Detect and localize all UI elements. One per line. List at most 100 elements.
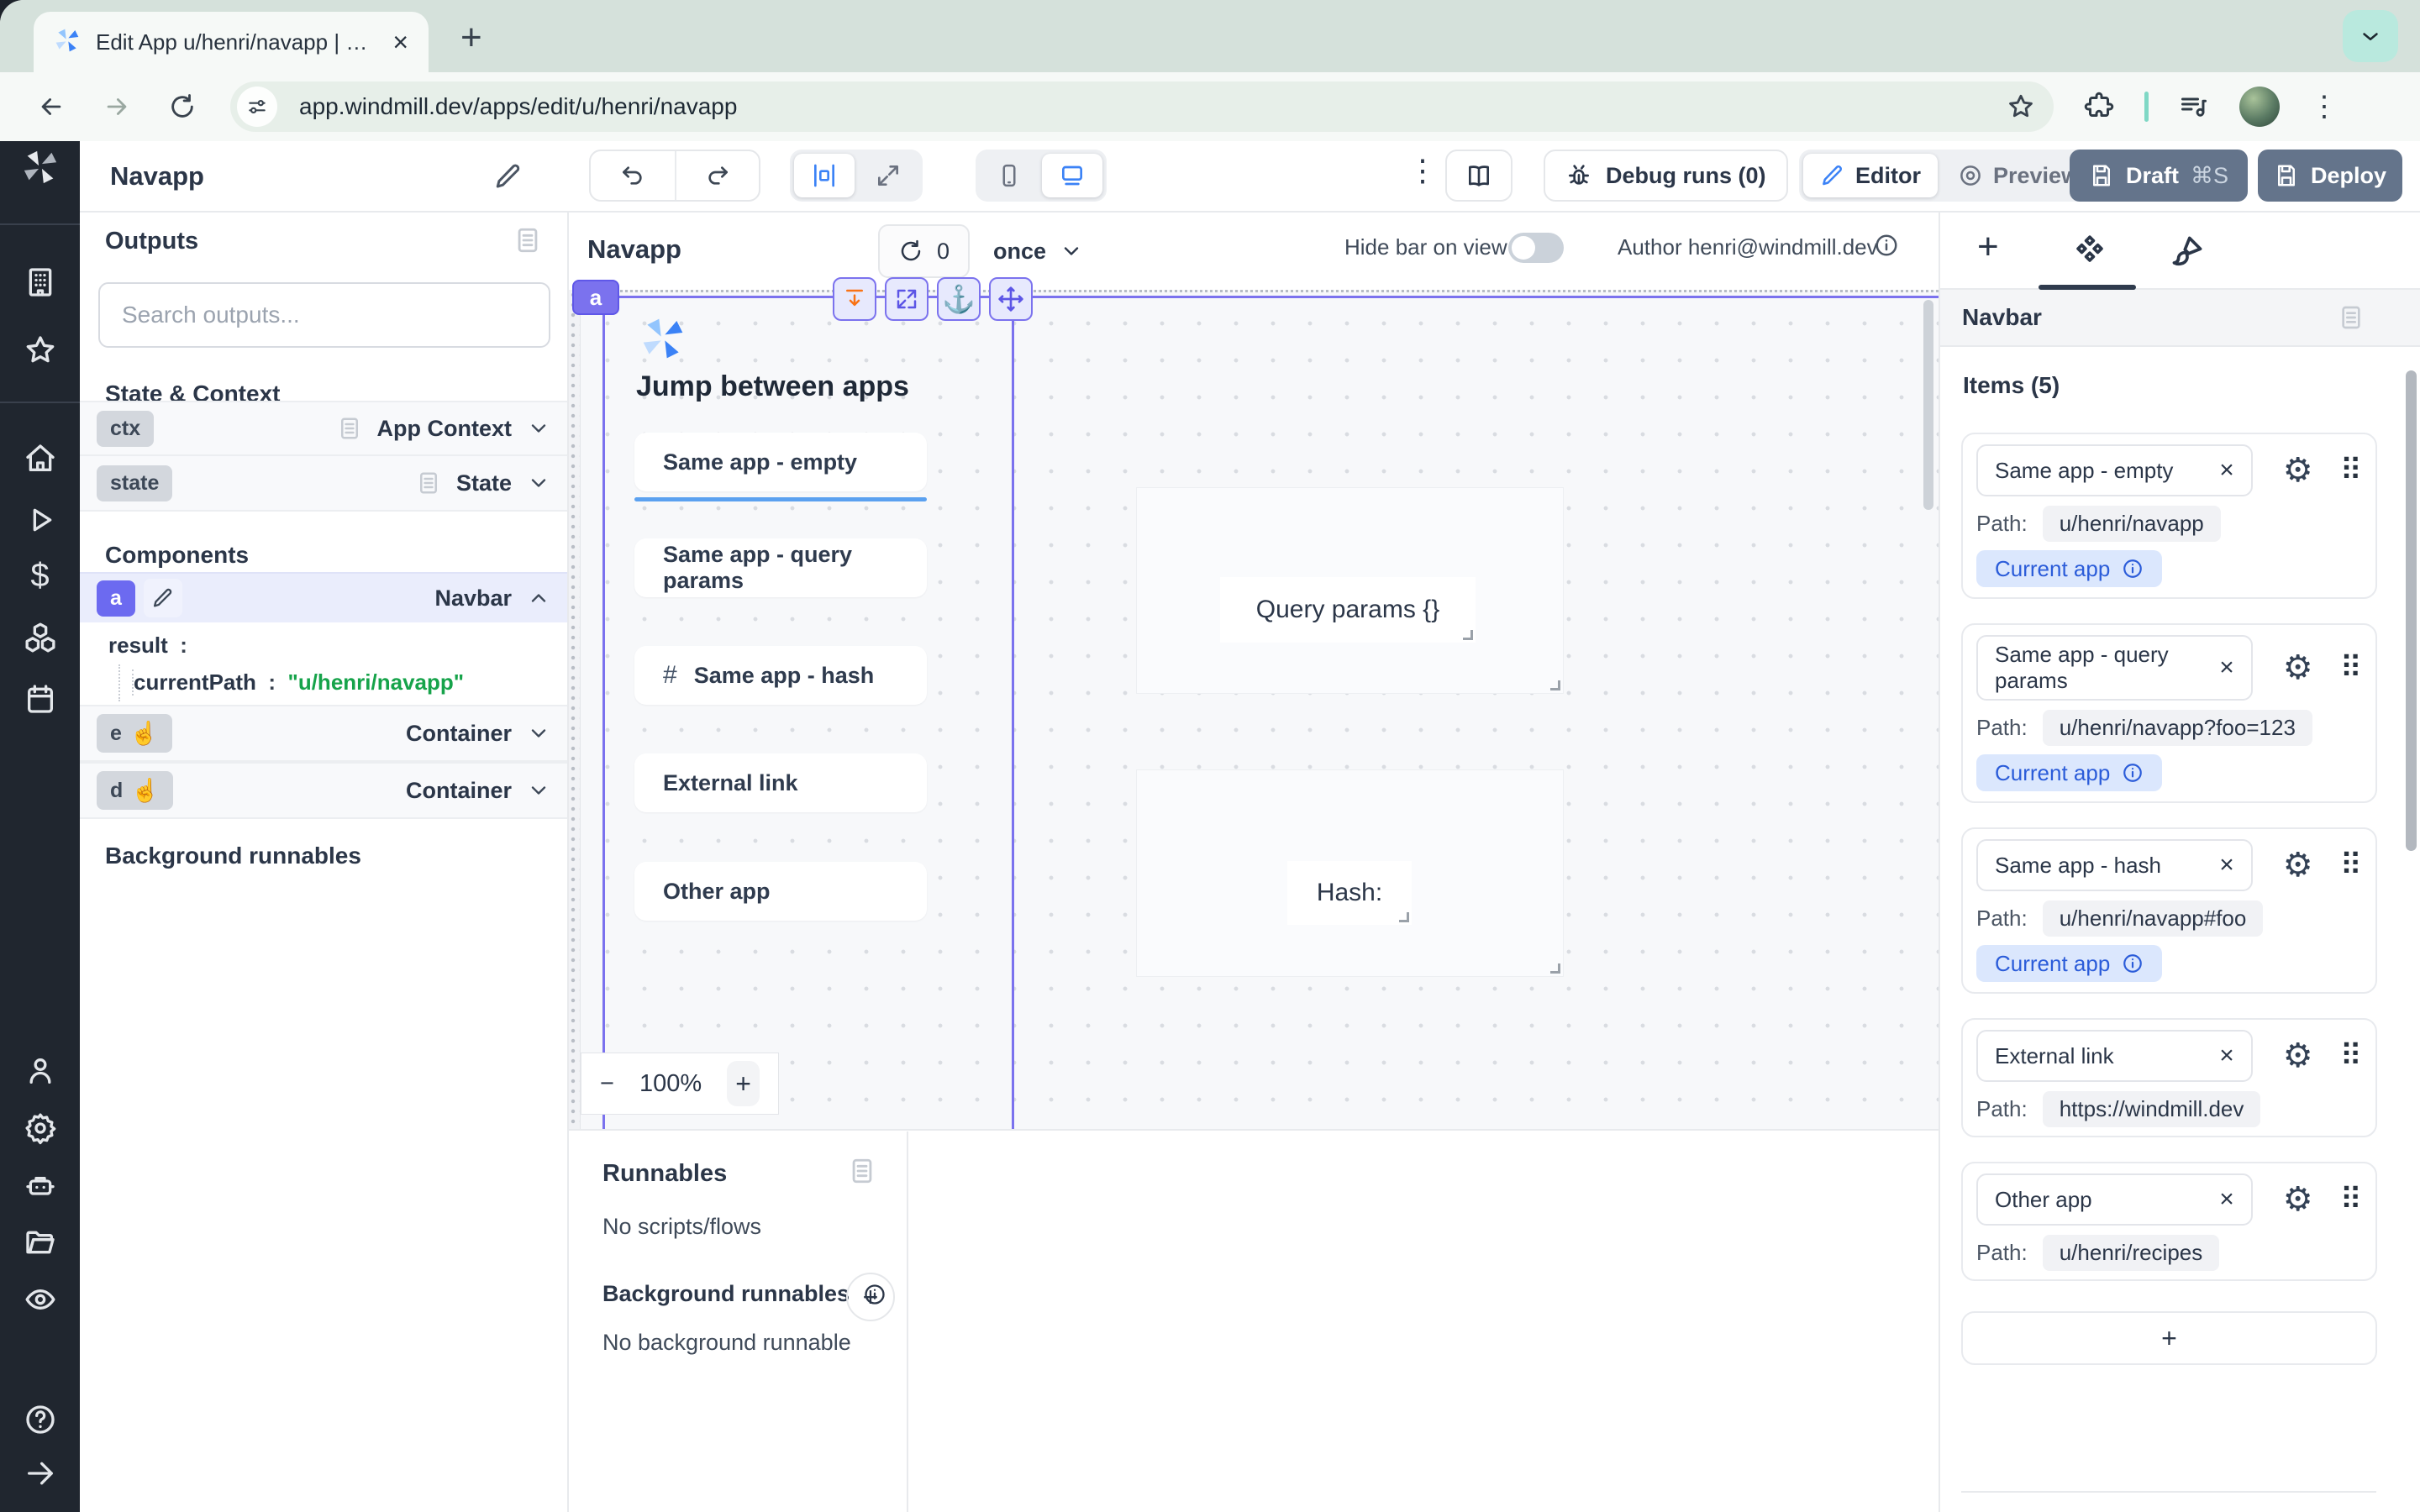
tab-close-icon[interactable]: × [392, 29, 408, 55]
path-chip[interactable]: u/henri/navapp?foo=123 [2043, 710, 2312, 746]
windmill-logo[interactable] [21, 148, 60, 191]
expand-down-button[interactable] [833, 277, 876, 321]
drag-handle-icon[interactable]: ⠿ [2340, 455, 2362, 486]
reload-icon[interactable] [168, 92, 197, 121]
resize-handle[interactable] [1399, 912, 1409, 922]
anchor-button[interactable]: ⚓ [937, 277, 981, 321]
chevron-down-icon[interactable] [527, 471, 550, 495]
browser-tab[interactable]: Edit App u/henri/navapp | Win × [34, 12, 429, 72]
centered-layout-button[interactable] [794, 154, 855, 197]
state-row[interactable]: state State [80, 454, 567, 512]
clear-icon[interactable]: × [2219, 654, 2234, 682]
app-canvas[interactable]: a ⚓ Jump between apps Same app - empty S… [569, 290, 1939, 1131]
window-chevron-icon[interactable] [2343, 10, 2398, 62]
clear-icon[interactable]: × [2219, 1185, 2234, 1214]
nav-item-same-app-empty[interactable]: Same app - empty [634, 433, 927, 491]
author-info-icon[interactable] [1874, 233, 1899, 258]
clear-icon[interactable]: × [2219, 1042, 2234, 1070]
path-chip[interactable]: u/henri/navapp [2043, 506, 2221, 542]
component-row-navbar[interactable]: a Navbar [80, 572, 567, 622]
move-component-button[interactable] [989, 277, 1033, 321]
gear-icon[interactable]: ⚙ [2283, 1183, 2313, 1216]
audit-eye-icon[interactable] [24, 1283, 57, 1316]
item-label-input[interactable]: Same app - hash × [1976, 839, 2253, 891]
component-settings-tab[interactable] [2071, 233, 2108, 270]
schedules-icon[interactable] [24, 682, 57, 716]
item-label-input[interactable]: External link × [1976, 1030, 2253, 1082]
mobile-view-button[interactable] [980, 154, 1039, 197]
panel-scrollbar[interactable] [2406, 370, 2417, 851]
settings-gear-icon[interactable] [24, 1111, 57, 1145]
add-background-runnable-button[interactable]: + [846, 1273, 895, 1321]
panel-doc-icon[interactable] [2338, 304, 2365, 331]
add-item-button[interactable]: + [1961, 1311, 2377, 1365]
help-icon[interactable] [24, 1403, 57, 1436]
undo-button[interactable] [591, 151, 675, 200]
deploy-button[interactable]: Deploy [2258, 150, 2402, 202]
runs-icon[interactable] [24, 503, 57, 537]
folders-icon[interactable] [24, 1226, 57, 1259]
address-bar[interactable]: app.windmill.dev/apps/edit/u/henri/navap… [230, 81, 2054, 132]
chevron-up-icon[interactable] [527, 586, 550, 610]
browser-menu-icon[interactable]: ⋮ [2310, 90, 2338, 123]
search-outputs-input[interactable] [98, 282, 550, 348]
edit-id-pencil-icon[interactable] [144, 579, 182, 617]
query-params-text[interactable]: Query params {} [1220, 577, 1476, 643]
drag-handle-icon[interactable]: ⠿ [2340, 1184, 2362, 1215]
collapse-arrow-icon[interactable] [24, 1457, 57, 1490]
clear-icon[interactable]: × [2219, 851, 2234, 879]
ctx-row[interactable]: ctx App Context [80, 401, 567, 456]
docs-button[interactable] [1445, 150, 1512, 202]
new-tab-button[interactable]: + [460, 17, 482, 59]
component-row-container-e[interactable]: e☝ Container [80, 705, 567, 762]
draft-button[interactable]: Draft ⌘S [2070, 150, 2248, 202]
runnables-doc-icon[interactable] [848, 1157, 876, 1185]
hash-text[interactable]: Hash: [1287, 861, 1412, 925]
chevron-down-icon[interactable] [527, 779, 550, 802]
selected-component-badge[interactable]: a [572, 280, 619, 315]
workspace-icon[interactable] [24, 265, 57, 299]
resize-handle[interactable] [1550, 680, 1560, 690]
path-chip[interactable]: https://windmill.dev [2043, 1091, 2261, 1127]
doc-icon[interactable] [337, 416, 362, 441]
clear-icon[interactable]: × [2219, 456, 2234, 485]
outputs-doc-icon[interactable] [513, 226, 542, 255]
debug-runs-button[interactable]: Debug runs (0) [1544, 150, 1788, 202]
path-chip[interactable]: u/henri/navapp#foo [2043, 900, 2264, 937]
drag-handle-icon[interactable]: ⠿ [2340, 653, 2362, 683]
hide-bar-toggle[interactable] [1508, 233, 1564, 263]
nav-item-hash[interactable]: #Same app - hash [634, 646, 927, 705]
forward-icon[interactable] [103, 92, 131, 121]
fullwidth-layout-button[interactable] [858, 154, 918, 197]
nav-item-query-params[interactable]: Same app - query params [634, 538, 927, 597]
extensions-puzzle-icon[interactable] [2084, 92, 2114, 122]
resources-icon[interactable] [24, 621, 57, 654]
run-mode-dropdown[interactable]: once [993, 224, 1083, 278]
favorites-icon[interactable] [24, 333, 57, 367]
fullscreen-component-button[interactable] [885, 277, 929, 321]
more-options-icon[interactable]: ⋮ [1407, 153, 1438, 188]
redo-button[interactable] [675, 151, 759, 200]
resize-handle[interactable] [1550, 963, 1560, 974]
billing-icon[interactable]: $ [30, 557, 49, 595]
nav-item-external-link[interactable]: External link [634, 753, 927, 812]
site-settings-icon[interactable] [237, 87, 277, 127]
gear-icon[interactable]: ⚙ [2283, 651, 2313, 685]
styling-tab[interactable] [2169, 233, 2206, 270]
hash-container[interactable]: Hash: [1137, 770, 1563, 976]
query-params-container[interactable]: Query params {} [1137, 488, 1563, 693]
selected-navbar-component[interactable] [602, 296, 1014, 1129]
desktop-view-button[interactable] [1042, 154, 1102, 197]
gear-icon[interactable]: ⚙ [2283, 1039, 2313, 1073]
path-chip[interactable]: u/henri/recipes [2043, 1235, 2220, 1271]
nav-item-other-app[interactable]: Other app [634, 862, 927, 921]
drag-handle-icon[interactable]: ⠿ [2340, 1041, 2362, 1071]
gear-icon[interactable]: ⚙ [2283, 848, 2313, 882]
item-label-input[interactable]: Other app × [1976, 1173, 2253, 1226]
chevron-down-icon[interactable] [527, 722, 550, 745]
users-icon[interactable] [24, 1054, 57, 1088]
workers-robot-icon[interactable] [24, 1168, 57, 1202]
gear-icon[interactable]: ⚙ [2283, 454, 2313, 487]
component-row-container-d[interactable]: d☝ Container [80, 762, 567, 819]
zoom-in-button[interactable]: + [727, 1061, 760, 1106]
